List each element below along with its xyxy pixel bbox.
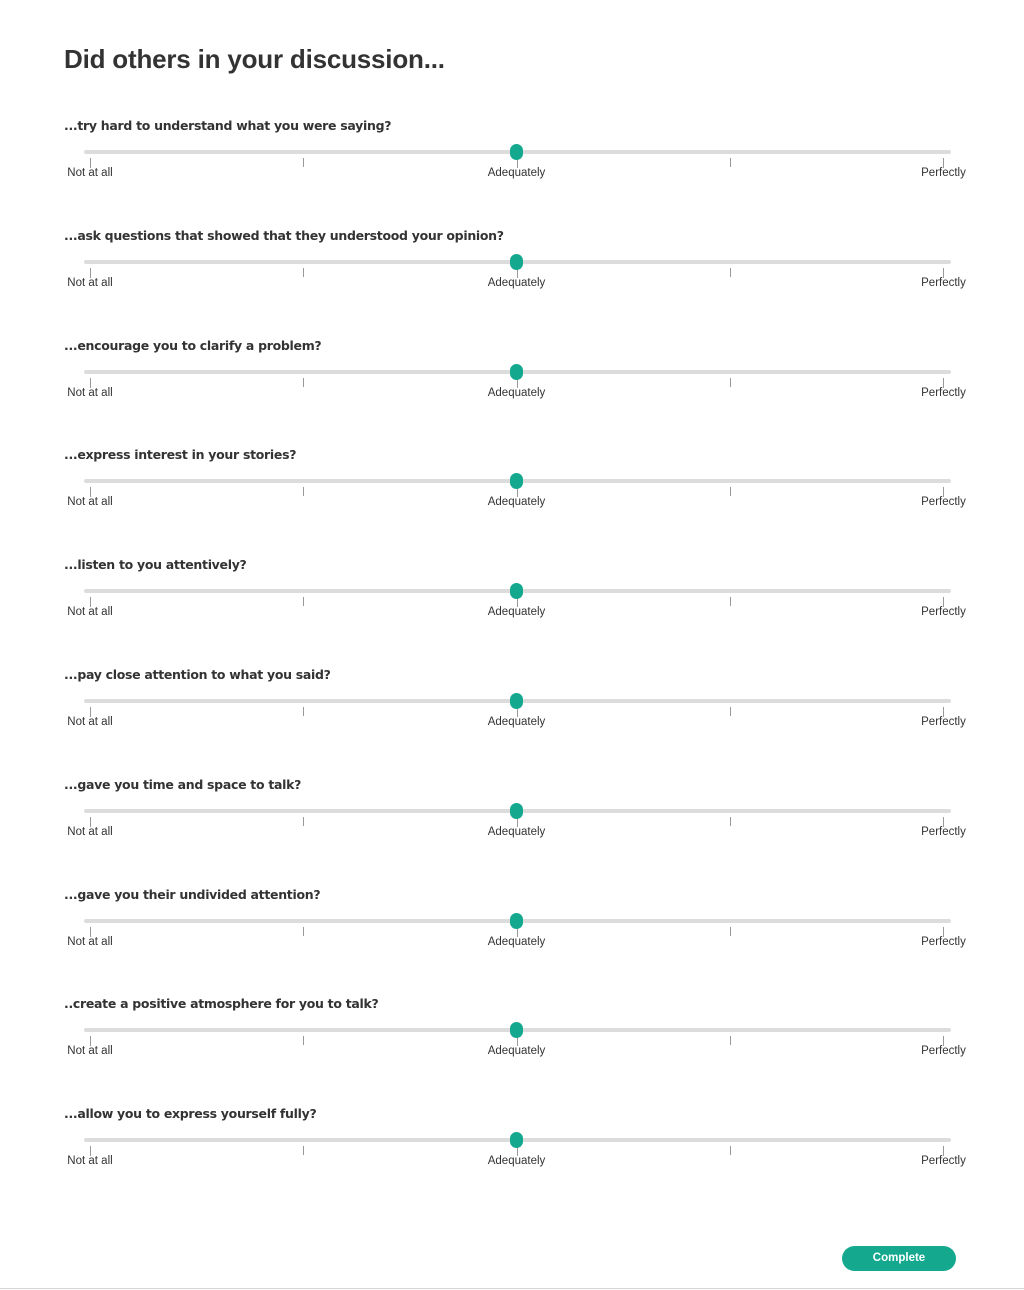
scale-label: Perfectly	[921, 1155, 966, 1168]
scale-label: Adequately	[487, 935, 546, 948]
slider-tick	[730, 926, 731, 936]
slider-thumb[interactable]	[510, 1132, 523, 1149]
rating-slider[interactable]: Not at all Adequately Perfectly	[0, 228, 1024, 308]
question-item: ...allow you to express yourself fully? N…	[0, 1106, 1024, 1206]
question-item: ...listen to you attentively? Not at all A…	[0, 557, 1024, 657]
scale-label: Perfectly	[921, 825, 966, 838]
question-item: ...encourage you to clarify a problem? No…	[0, 338, 1024, 438]
question-item: ...pay close attention to what you said?…	[0, 667, 1024, 767]
scale-label: Not at all	[67, 1045, 113, 1058]
slider-tick	[730, 487, 731, 497]
question-item: ...ask questions that showed that they u…	[0, 228, 1024, 328]
slider-thumb[interactable]	[510, 693, 523, 709]
rating-slider[interactable]: Not at all Adequately Perfectly	[0, 667, 1024, 747]
scale-label: Adequately	[487, 386, 546, 399]
slider-tick	[730, 267, 731, 277]
scale-label: Not at all	[67, 716, 113, 728]
slider-tick	[730, 377, 731, 387]
rating-slider[interactable]: Not at all Adequately Perfectly	[0, 557, 1024, 637]
scale-label: Adequately	[487, 167, 546, 179]
slider-tick	[303, 487, 304, 497]
scale-label: Perfectly	[921, 167, 966, 179]
slider-thumb[interactable]	[510, 1022, 523, 1039]
scale-label: Perfectly	[921, 276, 966, 289]
scale-label: Adequately	[487, 496, 546, 509]
scale-label: Not at all	[67, 606, 113, 619]
scale-label: Perfectly	[921, 1045, 966, 1058]
slider-tick	[303, 1146, 304, 1156]
scale-label: Not at all	[67, 167, 113, 179]
scale-label: Not at all	[67, 1155, 113, 1168]
slider-tick	[730, 707, 731, 716]
slider-tick	[303, 1036, 304, 1046]
scale-label: Adequately	[487, 1045, 546, 1058]
scale-label: Adequately	[487, 606, 546, 619]
question-list: ...try hard to understand what you were …	[0, 0, 1024, 1290]
scale-label: Perfectly	[921, 386, 966, 399]
scale-label: Not at all	[67, 935, 113, 948]
question-item: ..create a positive atmosphere for you t…	[0, 996, 1024, 1096]
scale-label: Perfectly	[921, 716, 966, 728]
rating-slider[interactable]: Not at all Adequately Perfectly	[0, 777, 1024, 857]
complete-button[interactable]: Complete	[842, 1246, 956, 1271]
slider-thumb[interactable]	[510, 363, 523, 380]
slider-tick	[303, 267, 304, 277]
slider-tick	[730, 158, 731, 167]
scale-label: Perfectly	[921, 935, 966, 948]
scale-label: Adequately	[487, 825, 546, 838]
slider-tick	[730, 1036, 731, 1046]
slider-tick	[303, 707, 304, 716]
scale-label: Perfectly	[921, 496, 966, 509]
scale-label: Not at all	[67, 386, 113, 399]
scale-label: Not at all	[67, 496, 113, 509]
rating-slider[interactable]: Not at all Adequately Perfectly	[0, 1106, 1024, 1186]
rating-slider[interactable]: Not at all Adequately Perfectly	[0, 447, 1024, 527]
question-item: ...gave you time and space to talk? Not a…	[0, 777, 1024, 877]
rating-slider[interactable]: Not at all Adequately Perfectly	[0, 887, 1024, 967]
scale-label: Adequately	[487, 276, 546, 289]
slider-tick	[303, 377, 304, 387]
rating-slider[interactable]: Not at all Adequately Perfectly	[0, 118, 1024, 198]
slider-tick	[730, 1146, 731, 1156]
scale-label: Adequately	[487, 716, 546, 728]
slider-thumb[interactable]	[510, 583, 523, 600]
slider-thumb[interactable]	[510, 253, 523, 270]
slider-thumb[interactable]	[510, 912, 523, 929]
question-item: ...try hard to understand what you were …	[0, 118, 1024, 218]
question-item: ...gave you their undivided attention? No…	[0, 887, 1024, 987]
scale-label: Perfectly	[921, 606, 966, 619]
slider-thumb[interactable]	[510, 473, 523, 490]
scale-label: Adequately	[487, 1155, 546, 1168]
rating-slider[interactable]: Not at all Adequately Perfectly	[0, 338, 1024, 418]
footer-divider	[0, 1288, 1024, 1289]
slider-thumb[interactable]	[510, 802, 523, 819]
rating-slider[interactable]: Not at all Adequately Perfectly	[0, 996, 1024, 1076]
slider-tick	[730, 597, 731, 607]
slider-tick	[730, 816, 731, 826]
slider-tick	[303, 158, 304, 167]
scale-label: Not at all	[67, 276, 113, 289]
slider-tick	[303, 816, 304, 826]
slider-tick	[303, 926, 304, 936]
slider-tick	[303, 597, 304, 607]
question-item: ...express interest in your stories? Not …	[0, 447, 1024, 547]
scale-label: Not at all	[67, 825, 113, 838]
slider-thumb[interactable]	[510, 144, 523, 160]
